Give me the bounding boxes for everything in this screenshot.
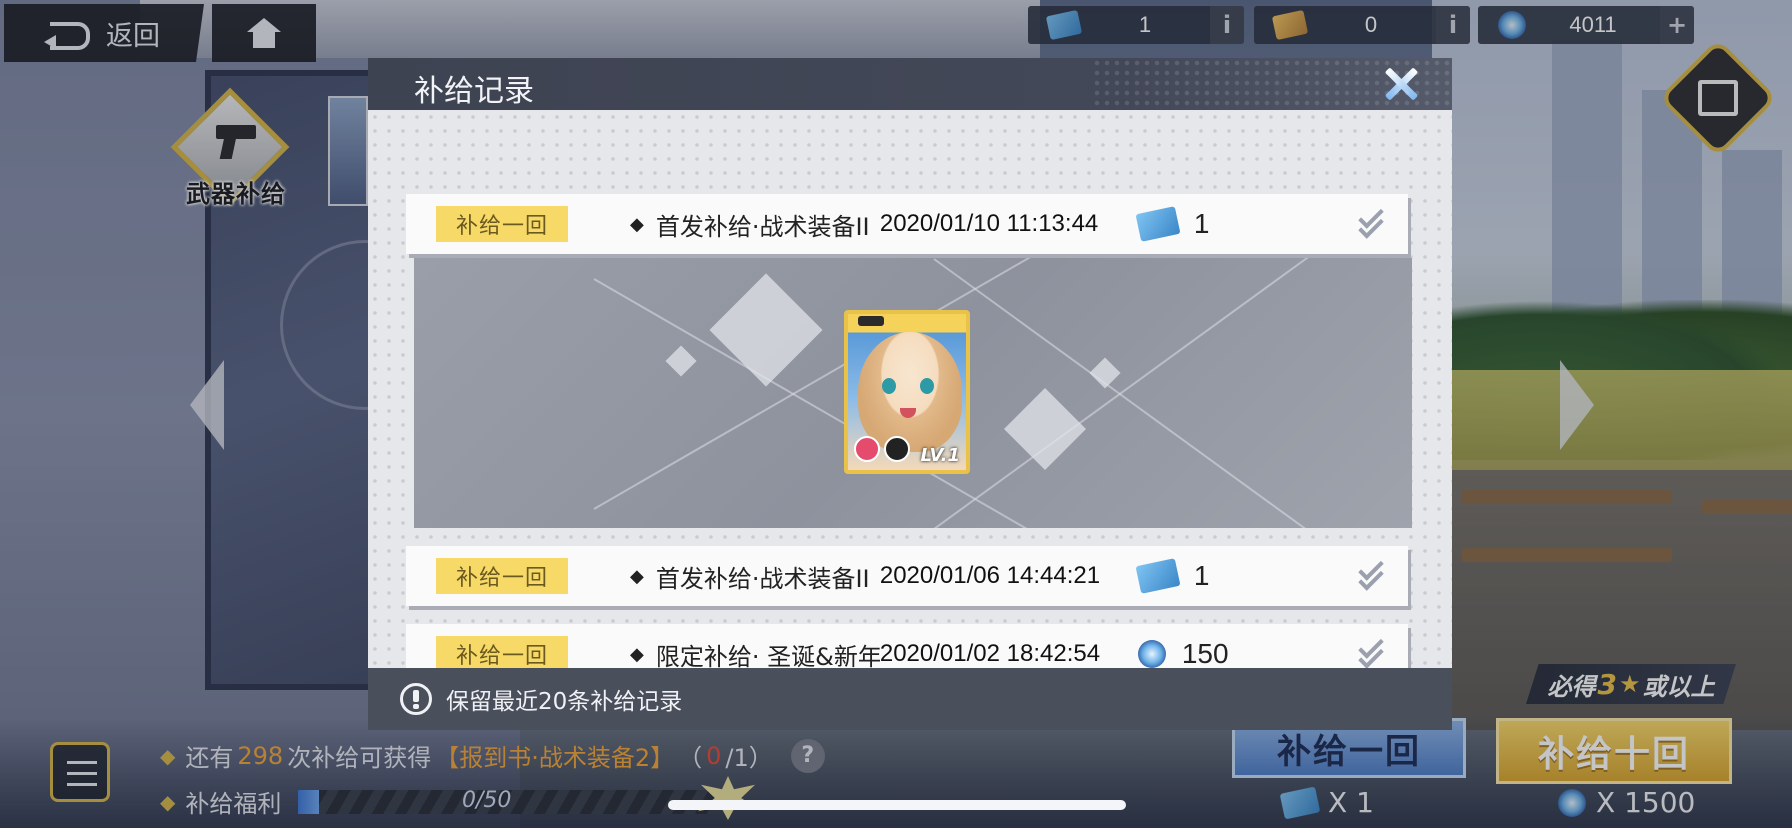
decor-line [593, 278, 1080, 528]
record-row[interactable]: 补给一回 ◆ 首发补给·战术装备II 2020/01/06 14:44:21 1 [406, 546, 1408, 606]
record-row[interactable]: 补给一回 ◆ 首发补给·战术装备II 2020/01/10 11:13:44 1 [406, 194, 1408, 254]
decor-line [593, 258, 1080, 510]
dialog-footer: 保留最近20条补给记录 [368, 668, 1452, 730]
record-type-tag: 补给一回 [436, 558, 568, 594]
class-icon [854, 436, 880, 462]
record-type-tag: 补给一回 [436, 636, 568, 672]
character-portrait [858, 332, 962, 452]
record-pool-name: 首发补给·战术装备II [655, 212, 870, 241]
record-cost: 1 [1193, 208, 1210, 239]
record-pool-name: 限定补给· 圣诞&新年 [655, 642, 880, 671]
close-icon[interactable] [1378, 64, 1422, 104]
record-timestamp: 2020/01/02 18:42:54 [879, 640, 1101, 667]
weapon-type-icon [884, 436, 910, 462]
diamond-bullet-icon: ◆ [630, 213, 644, 235]
dialog-header: 补给记录 [368, 58, 1452, 110]
diamond-bullet-icon: ◆ [630, 565, 644, 587]
home-indicator[interactable] [668, 800, 1126, 810]
card-level: LV.1 [920, 445, 960, 466]
decor-diamond [1089, 357, 1121, 389]
portrait-eye [920, 378, 934, 394]
expand-chevron-icon[interactable] [1356, 555, 1386, 592]
crystal-icon [1137, 640, 1166, 668]
record-timestamp: 2020/01/06 14:44:21 [879, 562, 1101, 589]
collapse-chevron-icon[interactable] [1356, 203, 1386, 240]
supply-record-dialog: 补给记录 补给一回 ◆ 首发补给·战术装备II 2020/01/10 11:13… [368, 58, 1452, 730]
decor-diamond [665, 345, 697, 377]
record-reward-panel: LV.1 [414, 258, 1412, 528]
character-card[interactable]: LV.1 [844, 310, 970, 474]
info-icon [400, 683, 432, 715]
footer-note: 保留最近20条补给记录 [446, 689, 683, 715]
blue-ticket-icon [1135, 558, 1181, 594]
dialog-title: 补给记录 [414, 74, 534, 109]
record-pool-name: 首发补给·战术装备II [655, 564, 870, 593]
decor-diamond [1003, 387, 1087, 471]
blue-ticket-icon [1135, 206, 1181, 242]
diamond-bullet-icon: ◆ [630, 643, 644, 665]
record-cost: 150 [1181, 638, 1229, 669]
record-type-tag: 补给一回 [436, 206, 568, 242]
record-cost: 1 [1193, 560, 1210, 591]
record-list: 补给一回 ◆ 首发补给·战术装备II 2020/01/10 11:13:44 1 [368, 110, 1452, 684]
decor-diamond [709, 273, 823, 387]
portrait-eye [882, 378, 896, 394]
expand-chevron-icon[interactable] [1356, 633, 1386, 670]
record-timestamp: 2020/01/10 11:13:44 [879, 210, 1099, 237]
rank-icon [858, 316, 884, 326]
